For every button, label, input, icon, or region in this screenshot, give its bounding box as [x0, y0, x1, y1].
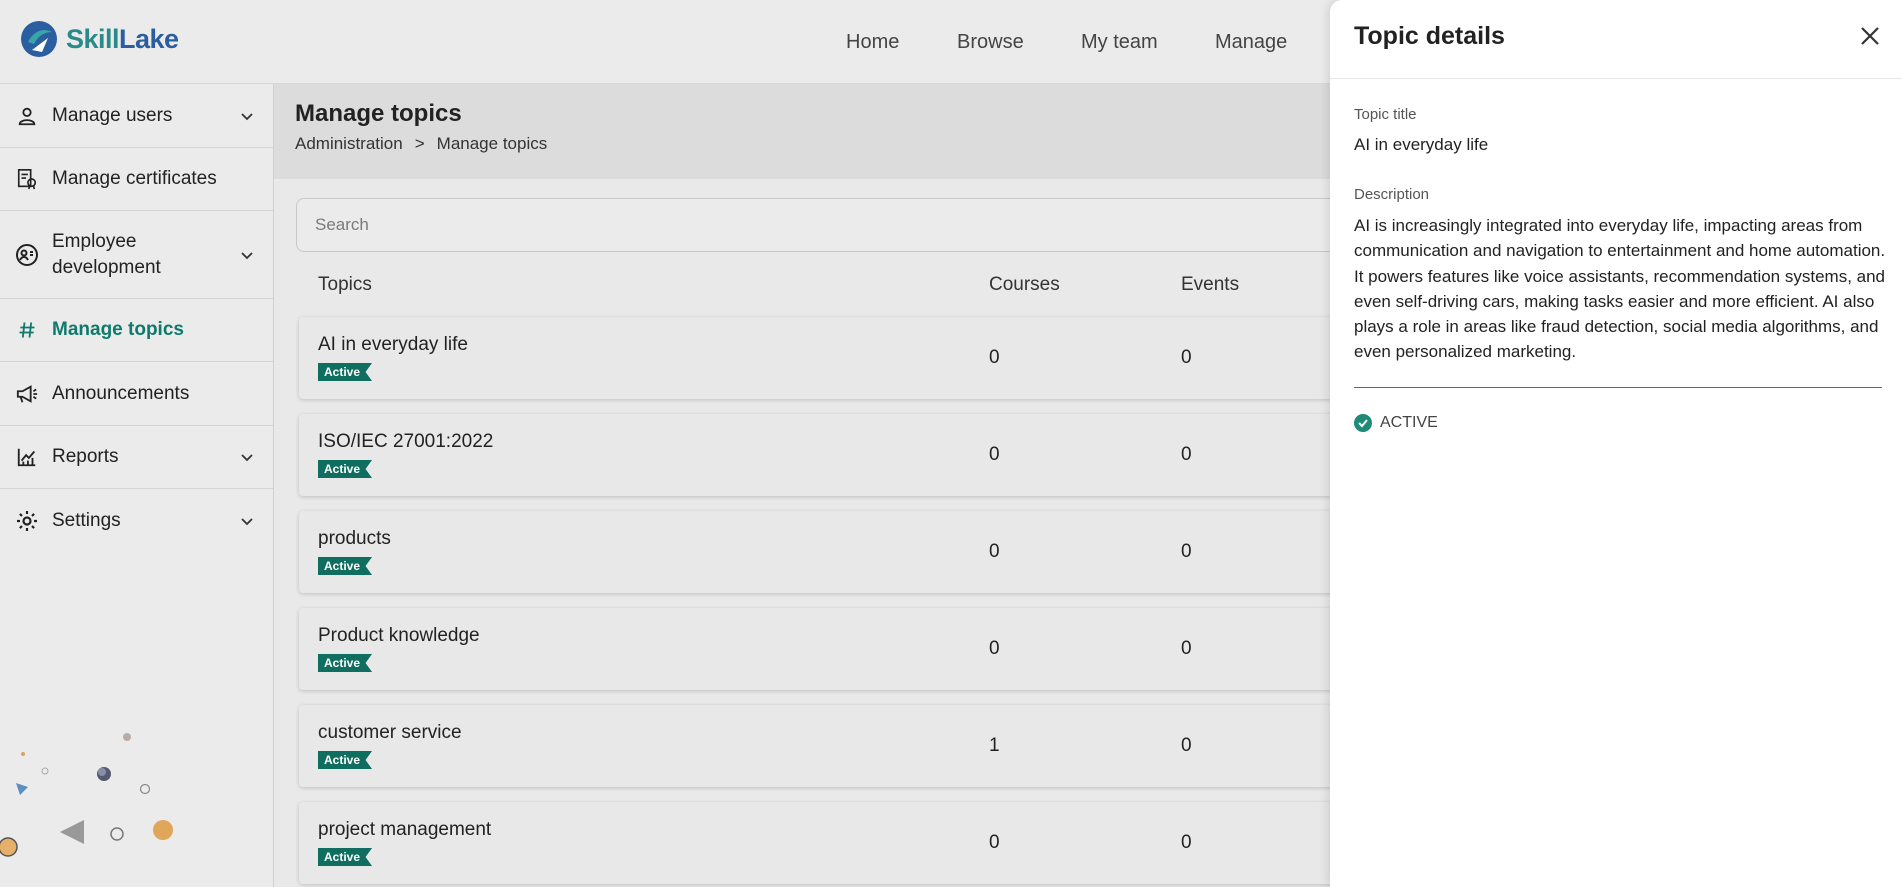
- events-count: 0: [1181, 832, 1192, 853]
- events-count: 0: [1181, 638, 1192, 659]
- status-badge: Active: [318, 460, 373, 478]
- topic-name: customer service: [318, 722, 462, 743]
- sidebar-item-announcements[interactable]: Announcements: [0, 362, 273, 426]
- column-header-events[interactable]: Events: [1181, 274, 1239, 296]
- status-badge: Active: [318, 363, 373, 381]
- sidebar-item-label: Settings: [52, 510, 121, 531]
- employee-development-icon: [14, 242, 40, 268]
- status-text: ACTIVE: [1380, 414, 1438, 431]
- sidebar-item-label: Reports: [52, 446, 119, 467]
- sidebar-item-manage-certificates[interactable]: Manage certificates: [0, 148, 273, 211]
- nav-manage[interactable]: Manage: [1215, 0, 1287, 84]
- sidebar-item-label: Announcements: [52, 382, 190, 404]
- status-badge: Active: [318, 848, 373, 866]
- sidebar-item-manage-topics[interactable]: Manage topics: [0, 299, 273, 362]
- panel-header: Topic details: [1330, 0, 1902, 79]
- topic-details-panel: Topic details Topic title AI in everyday…: [1330, 0, 1902, 887]
- sidebar-item-employee-development[interactable]: Employee development: [0, 211, 273, 299]
- brand-name: SkillLake: [66, 23, 179, 54]
- courses-count: 0: [989, 541, 1000, 562]
- topic-name: Product knowledge: [318, 625, 480, 646]
- sidebar-item-settings[interactable]: Settings: [0, 489, 273, 553]
- divider: [1354, 387, 1882, 388]
- megaphone-icon: [14, 381, 40, 407]
- chevron-down-icon[interactable]: [239, 449, 255, 465]
- topic-title-label: Topic title: [1354, 106, 1417, 123]
- nav-my-team[interactable]: My team: [1081, 0, 1158, 84]
- sidebar-item-label: Manage certificates: [52, 168, 217, 189]
- column-header-courses[interactable]: Courses: [989, 274, 1060, 296]
- courses-count: 0: [989, 638, 1000, 659]
- nav-browse[interactable]: Browse: [957, 0, 1024, 84]
- column-header-topics[interactable]: Topics: [318, 274, 372, 296]
- panel-title: Topic details: [1354, 22, 1505, 50]
- status-badge: Active: [318, 751, 373, 769]
- logo-icon: [21, 21, 57, 57]
- courses-count: 0: [989, 347, 1000, 368]
- nav-home[interactable]: Home: [846, 0, 899, 84]
- breadcrumb-administration[interactable]: Administration: [295, 134, 403, 154]
- courses-count: 1: [989, 735, 1000, 756]
- breadcrumb-separator: >: [414, 134, 425, 153]
- breadcrumb: Administration > Manage topics: [295, 134, 547, 154]
- sidebar-item-manage-users[interactable]: Manage users: [0, 84, 273, 148]
- chevron-down-icon[interactable]: [239, 108, 255, 124]
- description-value: AI is increasingly integrated into every…: [1354, 216, 1886, 362]
- description-label: Description: [1354, 186, 1430, 203]
- status-badge: Active: [318, 654, 373, 672]
- close-icon[interactable]: [1858, 24, 1882, 48]
- status-indicator: ACTIVE: [1354, 414, 1438, 432]
- sidebar-item-label: Manage topics: [52, 319, 184, 340]
- chevron-down-icon[interactable]: [239, 247, 255, 263]
- certificate-icon: [14, 166, 40, 192]
- sidebar-item-label: Employee development: [52, 230, 161, 278]
- page-title: Manage topics: [295, 100, 462, 127]
- events-count: 0: [1181, 541, 1192, 562]
- events-count: 0: [1181, 444, 1192, 465]
- app-logo[interactable]: SkillLake: [20, 20, 179, 58]
- topic-name: project management: [318, 819, 492, 840]
- topic-name: ISO/IEC 27001:2022: [318, 431, 494, 452]
- sidebar-item-reports[interactable]: Reports: [0, 426, 273, 489]
- courses-count: 0: [989, 444, 1000, 465]
- topic-name: AI in everyday life: [318, 334, 468, 355]
- sidebar: Manage users Manage certificates Employe…: [0, 84, 274, 887]
- decorative-shapes: [0, 733, 173, 857]
- check-circle-icon: [1354, 414, 1372, 432]
- status-badge: Active: [318, 557, 373, 575]
- events-count: 0: [1181, 735, 1192, 756]
- hashtag-icon: [14, 317, 40, 343]
- reports-chart-icon: [14, 444, 40, 470]
- breadcrumb-current: Manage topics: [436, 134, 548, 153]
- events-count: 0: [1181, 347, 1192, 368]
- topic-title-value: AI in everyday life: [1354, 135, 1489, 154]
- sidebar-item-label: Manage users: [52, 104, 173, 126]
- topic-name: products: [318, 528, 391, 549]
- gear-icon: [14, 508, 40, 534]
- user-icon: [14, 103, 40, 129]
- courses-count: 0: [989, 832, 1000, 853]
- chevron-down-icon[interactable]: [239, 513, 255, 529]
